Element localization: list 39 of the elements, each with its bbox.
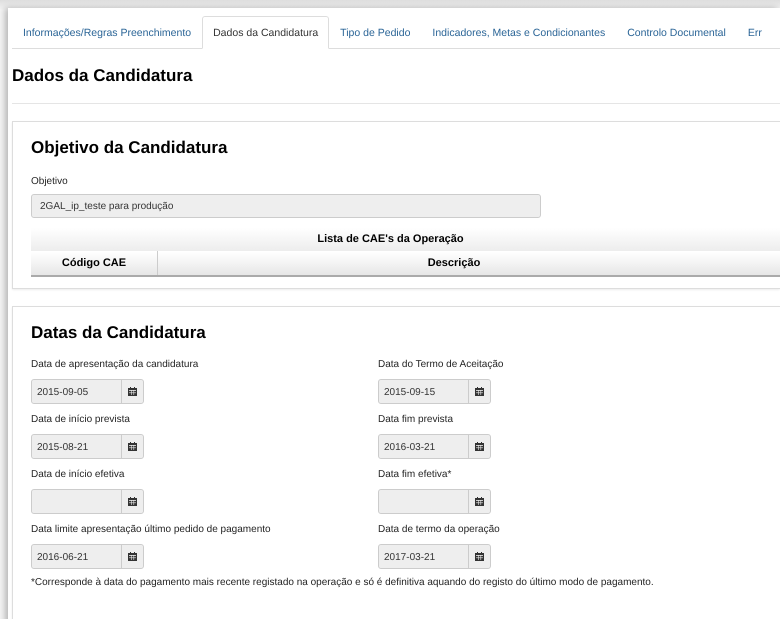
calendar-icon xyxy=(128,552,137,561)
date-field[interactable]: 2017-03-21 xyxy=(378,544,491,569)
footnote-text: *Corresponde à data do pagamento mais recente registado na operação e só é definitiva aquando do registo do último modo de pagamento. xyxy=(31,577,655,588)
objective-field[interactable]: 2GAL_ip_teste para produção xyxy=(31,194,541,218)
date-field[interactable]: 2016-06-21 xyxy=(31,544,144,569)
tab[interactable]: Tipo de Pedido xyxy=(329,16,422,49)
column-header: Descrição xyxy=(158,251,780,275)
date-field[interactable]: 2016-03-21 xyxy=(378,434,491,459)
calendar-icon xyxy=(475,387,484,396)
tab[interactable]: Dados da Candidatura xyxy=(202,16,330,49)
date-field[interactable]: 2015-08-21 xyxy=(31,434,144,459)
calendar-icon xyxy=(128,442,137,451)
section-title: Datas da Candidatura xyxy=(31,323,207,343)
field-label: Data de termo da operação xyxy=(378,524,501,535)
field-label: Data de início prevista xyxy=(31,414,131,425)
field-label: Data de apresentação da candidatura xyxy=(31,359,200,370)
tab[interactable]: Controlo Documental xyxy=(616,16,737,49)
calendar-icon xyxy=(128,387,137,396)
date-field[interactable] xyxy=(31,489,144,514)
tab[interactable]: Indicadores, Metas e Condicionantes xyxy=(421,16,616,49)
date-field[interactable]: 2015-09-05 xyxy=(31,379,144,404)
calendar-icon xyxy=(475,552,484,561)
tab[interactable]: Informações/Regras Preenchimento xyxy=(12,16,202,49)
section-title: Objetivo da Candidatura xyxy=(31,138,228,158)
field-label: Data do Termo de Aceitação xyxy=(378,359,504,370)
table-caption: Lista de CAE's da Operação xyxy=(31,227,780,251)
date-field[interactable] xyxy=(378,489,491,514)
field-label: Data fim prevista xyxy=(378,414,454,425)
calendar-icon xyxy=(128,497,137,506)
calendar-icon xyxy=(475,442,484,451)
page-title: Dados da Candidatura xyxy=(12,49,780,104)
tab[interactable]: Err xyxy=(736,16,773,49)
field-label: Data limite apresentação último pedido de pagamento xyxy=(31,524,272,535)
date-field[interactable]: 2015-09-15 xyxy=(378,379,491,404)
column-header: Código CAE xyxy=(31,251,158,275)
field-label: Data fim efetiva* xyxy=(378,469,452,480)
field-label: Objetivo xyxy=(31,176,69,187)
calendar-icon xyxy=(475,497,484,506)
field-label: Data de início efetiva xyxy=(31,469,126,480)
